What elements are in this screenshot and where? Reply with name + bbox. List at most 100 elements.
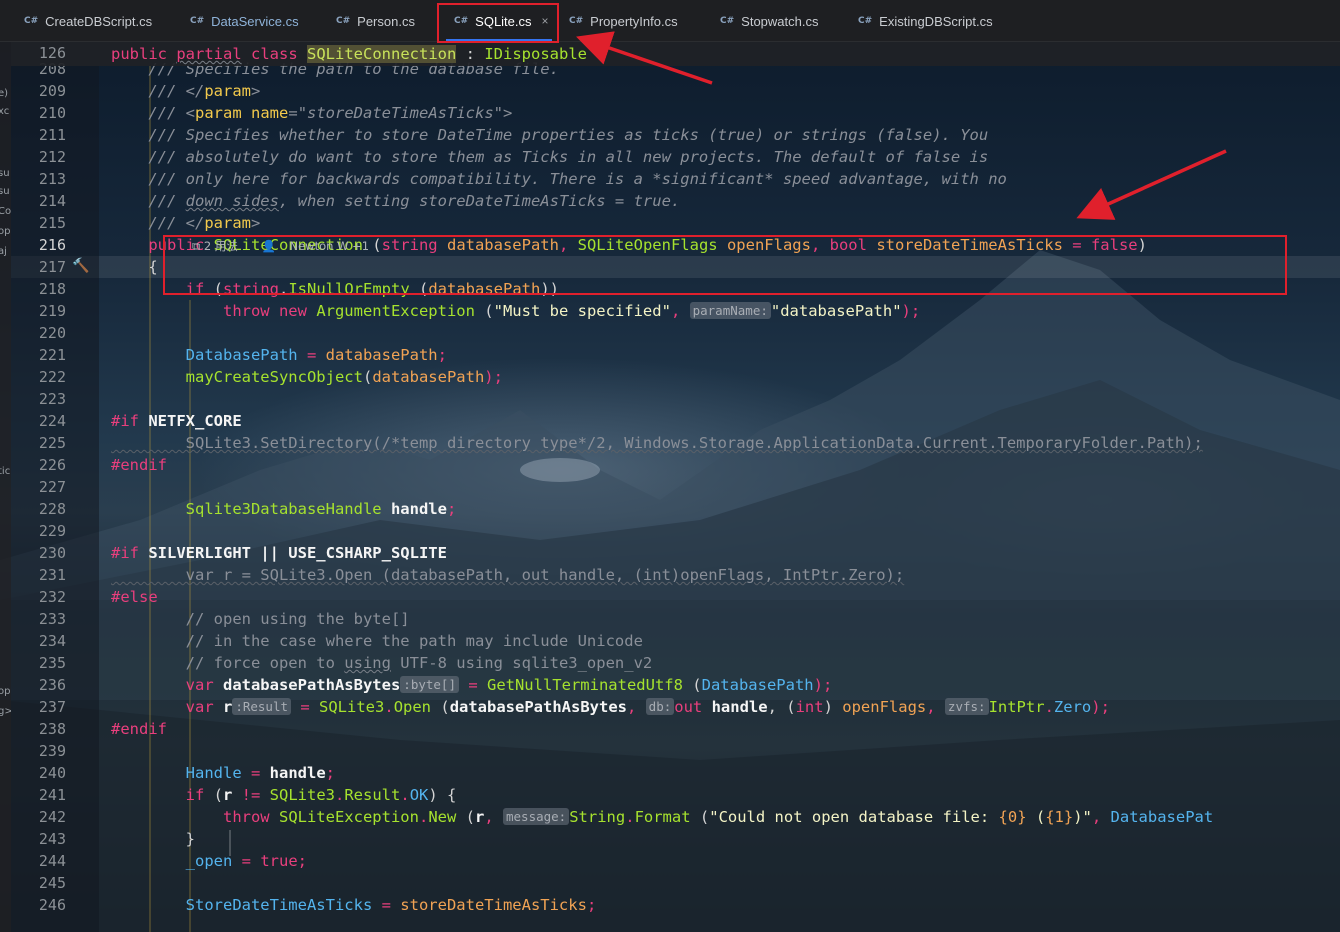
tab-existingdbscript[interactable]: C# ExistingDBScript.cs <box>858 0 993 42</box>
code-token: r <box>474 808 485 826</box>
code-line[interactable]: #endif <box>111 454 167 476</box>
tab-sqlite[interactable]: C# SQLite.cs × <box>446 0 552 42</box>
line-number[interactable]: 213 <box>30 168 66 190</box>
code-line[interactable]: Sqlite3DatabaseHandle handle; <box>111 498 457 520</box>
code-line[interactable]: var r = SQLite3.Open (databasePath, out … <box>111 564 905 586</box>
code-line[interactable]: if (string.IsNullOrEmpty (databasePath)) <box>111 278 559 300</box>
line-number[interactable]: 244 <box>30 850 66 872</box>
line-number[interactable]: 241 <box>30 784 66 806</box>
code-line[interactable]: /// down sides, when setting storeDateTi… <box>111 190 680 212</box>
line-number[interactable]: 238 <box>30 718 66 740</box>
line-number[interactable]: 214 <box>30 190 66 212</box>
line-number[interactable]: 217 <box>30 256 66 278</box>
usages-lens[interactable]: ⧉ 2 用法 <box>192 239 248 253</box>
code-line[interactable]: #else <box>111 586 158 608</box>
code-token: Handle <box>185 764 242 782</box>
line-number[interactable]: 228 <box>30 498 66 520</box>
code-token: bool <box>829 236 867 254</box>
line-number[interactable]: 226 <box>30 454 66 476</box>
line-number[interactable]: 215 <box>30 212 66 234</box>
line-number[interactable]: 237 <box>30 696 66 718</box>
code-line[interactable]: DatabasePath = databasePath; <box>111 344 447 366</box>
line-number[interactable]: 232 <box>30 586 66 608</box>
line-number[interactable]: 211 <box>30 124 66 146</box>
code-token: String <box>569 808 626 826</box>
code-line[interactable]: /// </param> <box>111 80 260 102</box>
code-line[interactable]: #if SILVERLIGHT || USE_CSHARP_SQLITE <box>111 542 447 564</box>
code-line[interactable]: /// Specifies whether to store DateTime … <box>111 124 988 146</box>
sticky-scope-header[interactable]: 126 public partial class SQLiteConnectio… <box>11 42 1340 66</box>
code-token: ( <box>474 302 494 320</box>
code-token: IntPtr <box>988 698 1045 716</box>
code-line[interactable]: var databasePathAsBytes:byte[] = GetNull… <box>111 674 832 696</box>
code-token: "databasePath" <box>770 302 902 320</box>
code-line[interactable]: SQLite3.SetDirectory(/*temp directory ty… <box>111 432 1203 454</box>
code-line[interactable]: throw new ArgumentException ("Must be sp… <box>111 300 920 322</box>
line-number[interactable]: 221 <box>30 344 66 366</box>
line-number[interactable]: 243 <box>30 828 66 850</box>
line-number[interactable]: 210 <box>30 102 66 124</box>
tab-label: SQLite.cs <box>475 13 532 29</box>
line-number[interactable]: 212 <box>30 146 66 168</box>
line-number[interactable]: 222 <box>30 366 66 388</box>
code-line[interactable]: // force open to using UTF-8 using sqlit… <box>111 652 653 674</box>
line-number[interactable]: 239 <box>30 740 66 762</box>
line-number[interactable]: 224 <box>30 410 66 432</box>
code-line[interactable]: #endif <box>111 718 167 740</box>
tab-person[interactable]: C# Person.cs <box>336 0 415 42</box>
line-number[interactable]: 242 <box>30 806 66 828</box>
code-token: class <box>251 45 298 63</box>
line-number[interactable]: 245 <box>30 872 66 894</box>
line-number[interactable]: 230 <box>30 542 66 564</box>
code-line[interactable]: /// <param name="storeDateTimeAsTicks"> <box>111 102 512 124</box>
code-line[interactable]: _open = true; <box>111 850 307 872</box>
tab-dataservice[interactable]: C# DataService.cs <box>190 0 299 42</box>
code-token: var <box>111 676 223 694</box>
code-line[interactable]: { <box>111 256 157 278</box>
author-names: Newton W +1 <box>289 239 370 253</box>
line-number[interactable]: 225 <box>30 432 66 454</box>
line-number[interactable]: 229 <box>30 520 66 542</box>
csharp-file-icon: C# <box>24 16 39 26</box>
code-line[interactable]: throw SQLiteException.New (r, message: St… <box>111 806 1213 828</box>
code-token: DatabasePat <box>1110 808 1214 826</box>
code-line[interactable]: /// </param> <box>111 212 260 234</box>
line-number[interactable]: 246 <box>30 894 66 916</box>
code-line[interactable]: } <box>111 828 195 850</box>
code-line[interactable]: StoreDateTimeAsTicks = storeDateTimeAsTi… <box>111 894 597 916</box>
code-token: {1} <box>1045 808 1074 826</box>
code-token: : <box>456 45 485 63</box>
code-line[interactable]: Handle = handle; <box>111 762 335 784</box>
hammer-icon[interactable]: 🔨 <box>72 258 89 274</box>
code-line[interactable]: // in the case where the path may includ… <box>111 630 643 652</box>
code-line[interactable]: if (r != SQLite3.Result.OK) { <box>111 784 457 806</box>
code-line[interactable]: /// absolutely do want to store them as … <box>111 146 988 168</box>
code-token: , when setting storeDateTimeAsTicks = tr… <box>278 192 681 210</box>
line-number[interactable]: 235 <box>30 652 66 674</box>
code-line[interactable]: var r:Result = SQLite3.Open (databasePat… <box>111 696 1110 718</box>
code-line[interactable]: /// only here for backwards compatibilit… <box>111 168 1007 190</box>
line-number[interactable]: 236 <box>30 674 66 696</box>
code-lens[interactable]: ⧉ 2 用法 👤 Newton W +1 <box>192 238 389 254</box>
code-editor[interactable]: 208 /// Specifies the path to the databa… <box>0 0 1340 932</box>
close-icon[interactable]: × <box>542 14 549 28</box>
line-number[interactable]: 240 <box>30 762 66 784</box>
code-line[interactable]: mayCreateSyncObject(databasePath); <box>111 366 503 388</box>
line-number[interactable]: 231 <box>30 564 66 586</box>
author-lens[interactable]: 👤 Newton W +1 <box>262 239 380 253</box>
line-number[interactable]: 223 <box>30 388 66 410</box>
line-number[interactable]: 209 <box>30 80 66 102</box>
line-number[interactable]: 219 <box>30 300 66 322</box>
line-number[interactable]: 233 <box>30 608 66 630</box>
line-number[interactable]: 220 <box>30 322 66 344</box>
tab-stopwatch[interactable]: C# Stopwatch.cs <box>720 0 818 42</box>
tab-createdbscript[interactable]: C# CreateDBScript.cs <box>24 0 152 42</box>
code-line[interactable]: #if NETFX_CORE <box>111 410 242 432</box>
code-line[interactable]: // open using the byte[] <box>111 608 410 630</box>
line-number[interactable]: 218 <box>30 278 66 300</box>
tab-propertyinfo[interactable]: C# PropertyInfo.cs <box>569 0 678 42</box>
line-number[interactable]: 216 <box>30 234 66 256</box>
tab-label: DataService.cs <box>211 13 299 29</box>
line-number[interactable]: 227 <box>30 476 66 498</box>
line-number[interactable]: 234 <box>30 630 66 652</box>
